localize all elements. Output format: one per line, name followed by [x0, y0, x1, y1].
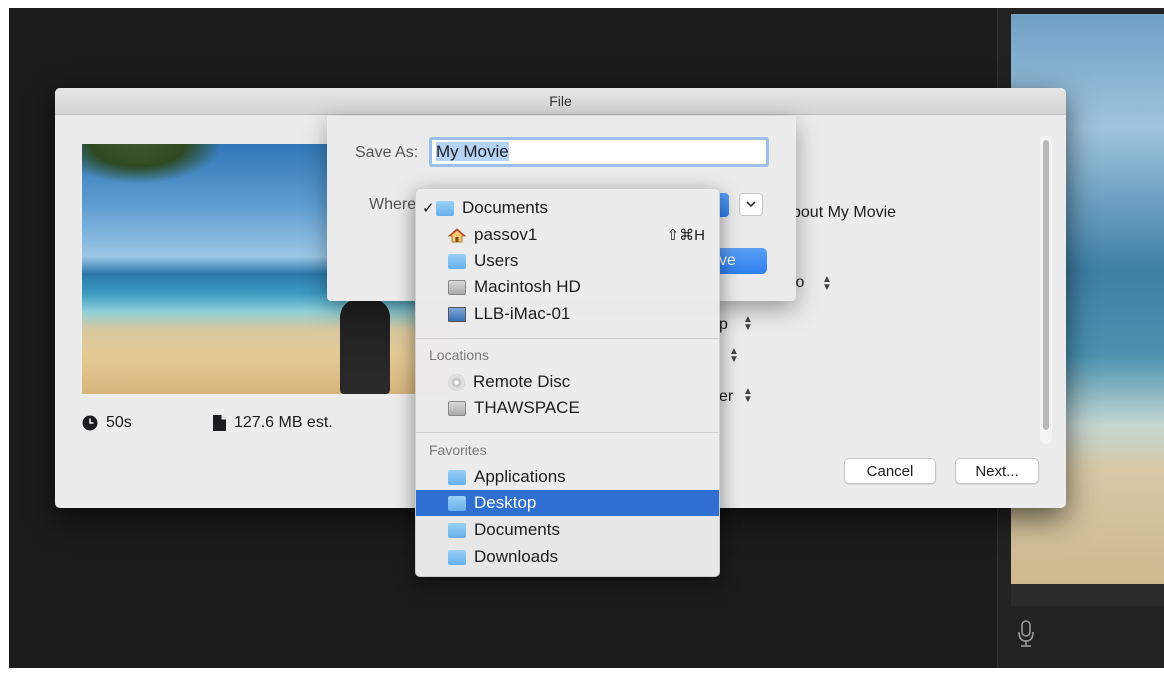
- menu-item-label: Users: [474, 251, 519, 270]
- menu-item-remote-disc[interactable]: Remote Disc: [416, 369, 719, 395]
- quality-popup-partial[interactable]: p: [719, 316, 728, 334]
- next-button[interactable]: Next...: [955, 458, 1039, 484]
- home-icon: [447, 227, 467, 243]
- duration-text: 50s: [106, 414, 132, 431]
- folder-icon: [448, 522, 466, 538]
- document-icon: [213, 415, 226, 431]
- menu-item-imac[interactable]: LLB-iMac-01: [416, 301, 719, 327]
- duration-info: 50s: [82, 414, 132, 432]
- updown-chevron-icon[interactable]: ▲ ▼: [743, 387, 753, 406]
- folder-icon: [448, 253, 466, 269]
- compress-popup-partial[interactable]: er: [719, 388, 733, 406]
- checkmark-icon: ✓: [422, 200, 435, 217]
- keyboard-shortcut: ⇧⌘H: [666, 227, 705, 244]
- menu-item-label: Documents: [474, 520, 560, 539]
- drive-icon: [448, 279, 466, 295]
- menu-item-label: Documents: [462, 198, 548, 217]
- menu-item-label: Desktop: [474, 493, 537, 512]
- menu-item-thawspace[interactable]: THAWSPACE: [416, 395, 719, 421]
- menu-item-label: Downloads: [474, 547, 559, 566]
- menu-item-downloads[interactable]: Downloads: [416, 544, 719, 570]
- person-figure: [340, 299, 390, 394]
- scrollbar-thumb[interactable]: [1043, 140, 1049, 430]
- menu-item-label: Macintosh HD: [474, 277, 581, 296]
- expand-button[interactable]: [739, 193, 763, 216]
- where-label: Where: [369, 196, 417, 213]
- dialog-title: File: [55, 88, 1066, 115]
- updown-chevron-icon[interactable]: ▲ ▼: [743, 315, 753, 334]
- computer-icon: [448, 306, 466, 322]
- menu-item-macintosh-hd[interactable]: Macintosh HD: [416, 274, 719, 300]
- menu-item-applications[interactable]: Applications: [416, 464, 719, 490]
- menu-item-documents[interactable]: ✓ Documents: [416, 195, 719, 221]
- disc-icon: [448, 373, 465, 391]
- folder-icon: [448, 495, 466, 511]
- menu-separator: [416, 338, 719, 339]
- where-location-menu: ✓ Documents passov1 ⇧⌘H Users Macintosh …: [415, 188, 720, 577]
- microphone-icon[interactable]: [1018, 620, 1034, 648]
- drive-icon: [448, 400, 466, 416]
- menu-item-label: Applications: [474, 467, 566, 486]
- menu-item-passov1[interactable]: passov1 ⇧⌘H: [416, 222, 719, 248]
- menu-item-label: Remote Disc: [473, 372, 571, 391]
- favorites-header: Favorites: [429, 442, 487, 458]
- clock-icon: [82, 415, 98, 431]
- save-as-label: Save As:: [355, 144, 419, 161]
- applications-folder-icon: [448, 469, 466, 485]
- updown-chevron-icon[interactable]: ▲ ▼: [822, 275, 832, 294]
- chevron-down-icon: [746, 201, 756, 208]
- downloads-folder-icon: [448, 549, 466, 565]
- menu-item-label: passov1: [474, 225, 538, 244]
- file-size-info: 127.6 MB est.: [213, 414, 333, 432]
- menu-item-users[interactable]: Users: [416, 248, 719, 274]
- menu-separator: [416, 432, 719, 433]
- description-field-partial[interactable]: bout My Movie: [792, 204, 896, 222]
- palm-leaves: [82, 144, 222, 184]
- menu-item-label: LLB-iMac-01: [474, 304, 571, 323]
- save-as-value: My Movie: [436, 142, 509, 161]
- menu-item-desktop[interactable]: Desktop: [416, 490, 719, 516]
- locations-header: Locations: [429, 347, 489, 363]
- save-button[interactable]: ve: [717, 248, 767, 274]
- viewer-toolbar: [1011, 584, 1164, 606]
- menu-item-documents-favorite[interactable]: Documents: [416, 517, 719, 543]
- folder-icon: [436, 200, 454, 216]
- file-size-text: 127.6 MB est.: [234, 414, 333, 431]
- updown-chevron-icon[interactable]: ▲ ▼: [729, 347, 739, 366]
- cancel-button[interactable]: Cancel: [844, 458, 936, 484]
- save-as-input[interactable]: My Movie: [429, 137, 769, 167]
- menu-item-label: THAWSPACE: [474, 398, 580, 417]
